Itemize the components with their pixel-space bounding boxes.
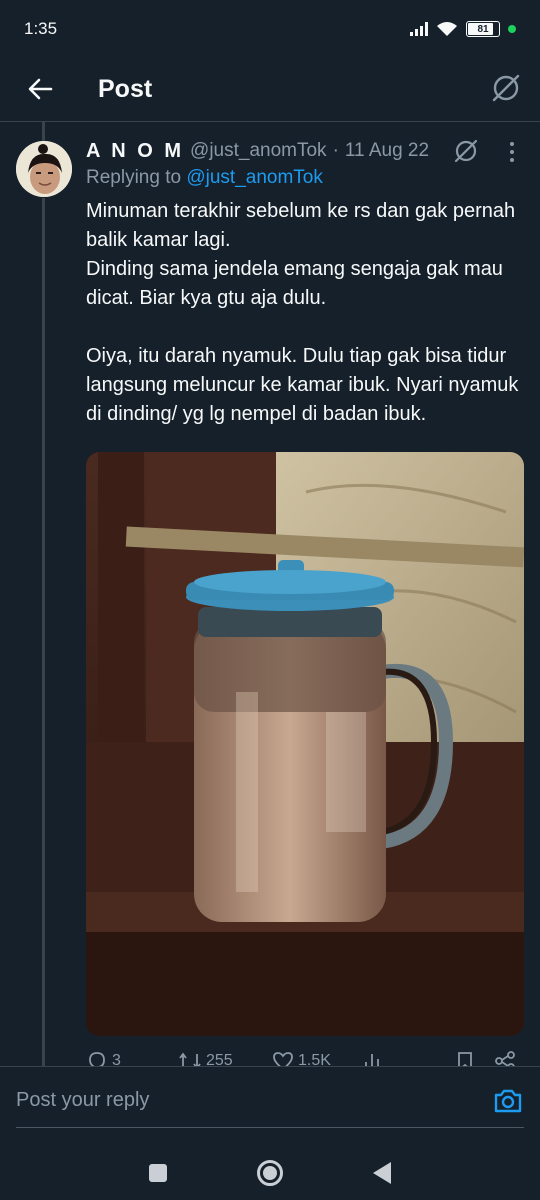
tweet-date[interactable]: 11 Aug 22 bbox=[345, 140, 429, 162]
handle[interactable]: @just_anomTok bbox=[190, 140, 327, 162]
more-dot-icon bbox=[510, 142, 514, 146]
tweet-image[interactable] bbox=[86, 452, 524, 1036]
more-options-button[interactable] bbox=[498, 138, 526, 166]
reply-bar: Post your reply bbox=[0, 1066, 540, 1146]
more-dot-icon bbox=[510, 158, 514, 162]
recents-button[interactable] bbox=[149, 1164, 167, 1182]
system-back-button[interactable] bbox=[373, 1162, 391, 1184]
replying-to-link[interactable]: @just_anomTok bbox=[186, 167, 323, 188]
thread-line-top bbox=[42, 122, 45, 142]
battery-level: 81 bbox=[477, 23, 489, 35]
reply-input[interactable]: Post your reply bbox=[16, 1089, 149, 1112]
replying-prefix: Replying to bbox=[86, 167, 187, 188]
reply-underline bbox=[16, 1127, 524, 1128]
back-button[interactable] bbox=[24, 73, 56, 105]
separator: · bbox=[332, 140, 339, 161]
app-header: Post bbox=[0, 58, 540, 120]
home-icon bbox=[263, 1166, 277, 1180]
system-nav-bar bbox=[0, 1146, 540, 1200]
tweet-text: Minuman terakhir sebelum ke rs dan gak p… bbox=[86, 200, 519, 425]
status-icons: 81 bbox=[410, 21, 516, 37]
grok-icon[interactable] bbox=[452, 137, 480, 165]
grok-icon[interactable] bbox=[490, 72, 522, 104]
status-time: 1:35 bbox=[24, 19, 58, 38]
battery-icon: 81 bbox=[466, 21, 500, 37]
display-name[interactable]: A N O M bbox=[86, 140, 184, 163]
privacy-indicator bbox=[508, 25, 516, 33]
header-divider bbox=[0, 121, 540, 122]
wifi-icon bbox=[437, 22, 457, 36]
camera-icon[interactable] bbox=[492, 1085, 524, 1117]
status-bar: 1:35 81 bbox=[0, 0, 540, 58]
more-dot-icon bbox=[510, 150, 514, 154]
thread-line bbox=[42, 198, 45, 1066]
page-title: Post bbox=[98, 74, 153, 103]
signal-icon bbox=[410, 22, 428, 36]
arrow-left-icon bbox=[28, 78, 53, 100]
avatar[interactable] bbox=[16, 141, 72, 197]
replying-to: Replying to @just_anomTok bbox=[86, 167, 323, 189]
tweet-header: A N O M @just_anomTok · 11 Aug 22 bbox=[86, 138, 429, 164]
home-button[interactable] bbox=[257, 1160, 283, 1186]
